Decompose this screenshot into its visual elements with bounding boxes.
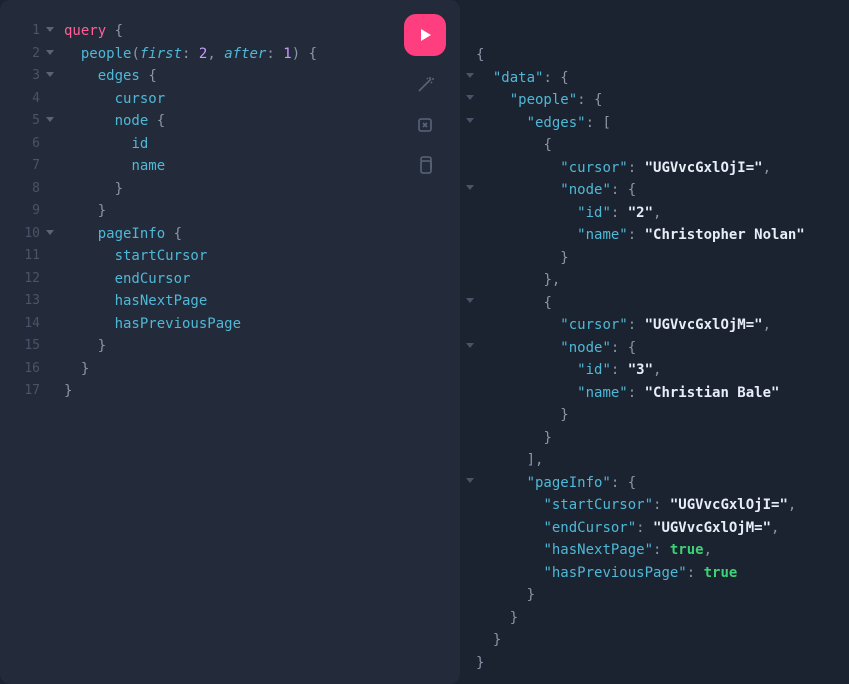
play-icon — [417, 27, 433, 43]
line-number: 5 — [0, 110, 44, 133]
line-number: 4 — [0, 88, 44, 111]
query-editor-pane: 1234567891011121314151617 query { people… — [0, 0, 460, 684]
line-number: 3 — [0, 65, 44, 88]
fold-arrow-icon[interactable] — [466, 185, 474, 190]
wand-icon — [415, 75, 435, 95]
merge-button[interactable] — [414, 114, 436, 136]
fold-arrow-icon[interactable] — [466, 343, 474, 348]
fold-arrow-icon[interactable] — [46, 230, 54, 235]
fold-arrow-icon[interactable] — [466, 478, 474, 483]
line-number: 9 — [0, 200, 44, 223]
fold-arrow-icon[interactable] — [466, 73, 474, 78]
line-number: 14 — [0, 313, 44, 336]
fold-arrow-icon[interactable] — [46, 50, 54, 55]
line-number-gutter: 1234567891011121314151617 — [0, 0, 44, 684]
line-number: 16 — [0, 358, 44, 381]
fold-arrow-icon[interactable] — [466, 95, 474, 100]
query-code[interactable]: query { people(first: 2, after: 1) { edg… — [44, 0, 317, 684]
line-number: 12 — [0, 268, 44, 291]
run-button[interactable] — [404, 14, 446, 56]
line-number: 6 — [0, 133, 44, 156]
line-number: 11 — [0, 245, 44, 268]
fold-arrow-icon[interactable] — [46, 27, 54, 32]
line-number: 15 — [0, 335, 44, 358]
fold-arrow-icon[interactable] — [466, 118, 474, 123]
response-pane: { "data": { "people": { "edges": [ { "cu… — [460, 0, 849, 684]
line-number: 7 — [0, 155, 44, 178]
line-number: 1 — [0, 20, 44, 43]
fold-arrow-icon[interactable] — [46, 117, 54, 122]
line-number: 13 — [0, 290, 44, 313]
copy-button[interactable] — [414, 154, 436, 176]
fold-arrow-icon[interactable] — [466, 298, 474, 303]
fold-arrow-icon[interactable] — [46, 72, 54, 77]
line-number: 17 — [0, 380, 44, 403]
line-number: 2 — [0, 43, 44, 66]
line-number: 10 — [0, 223, 44, 246]
editor-toolbar — [404, 14, 446, 176]
line-number: 8 — [0, 178, 44, 201]
copy-icon — [415, 155, 435, 175]
merge-icon — [415, 115, 435, 135]
prettify-button[interactable] — [414, 74, 436, 96]
